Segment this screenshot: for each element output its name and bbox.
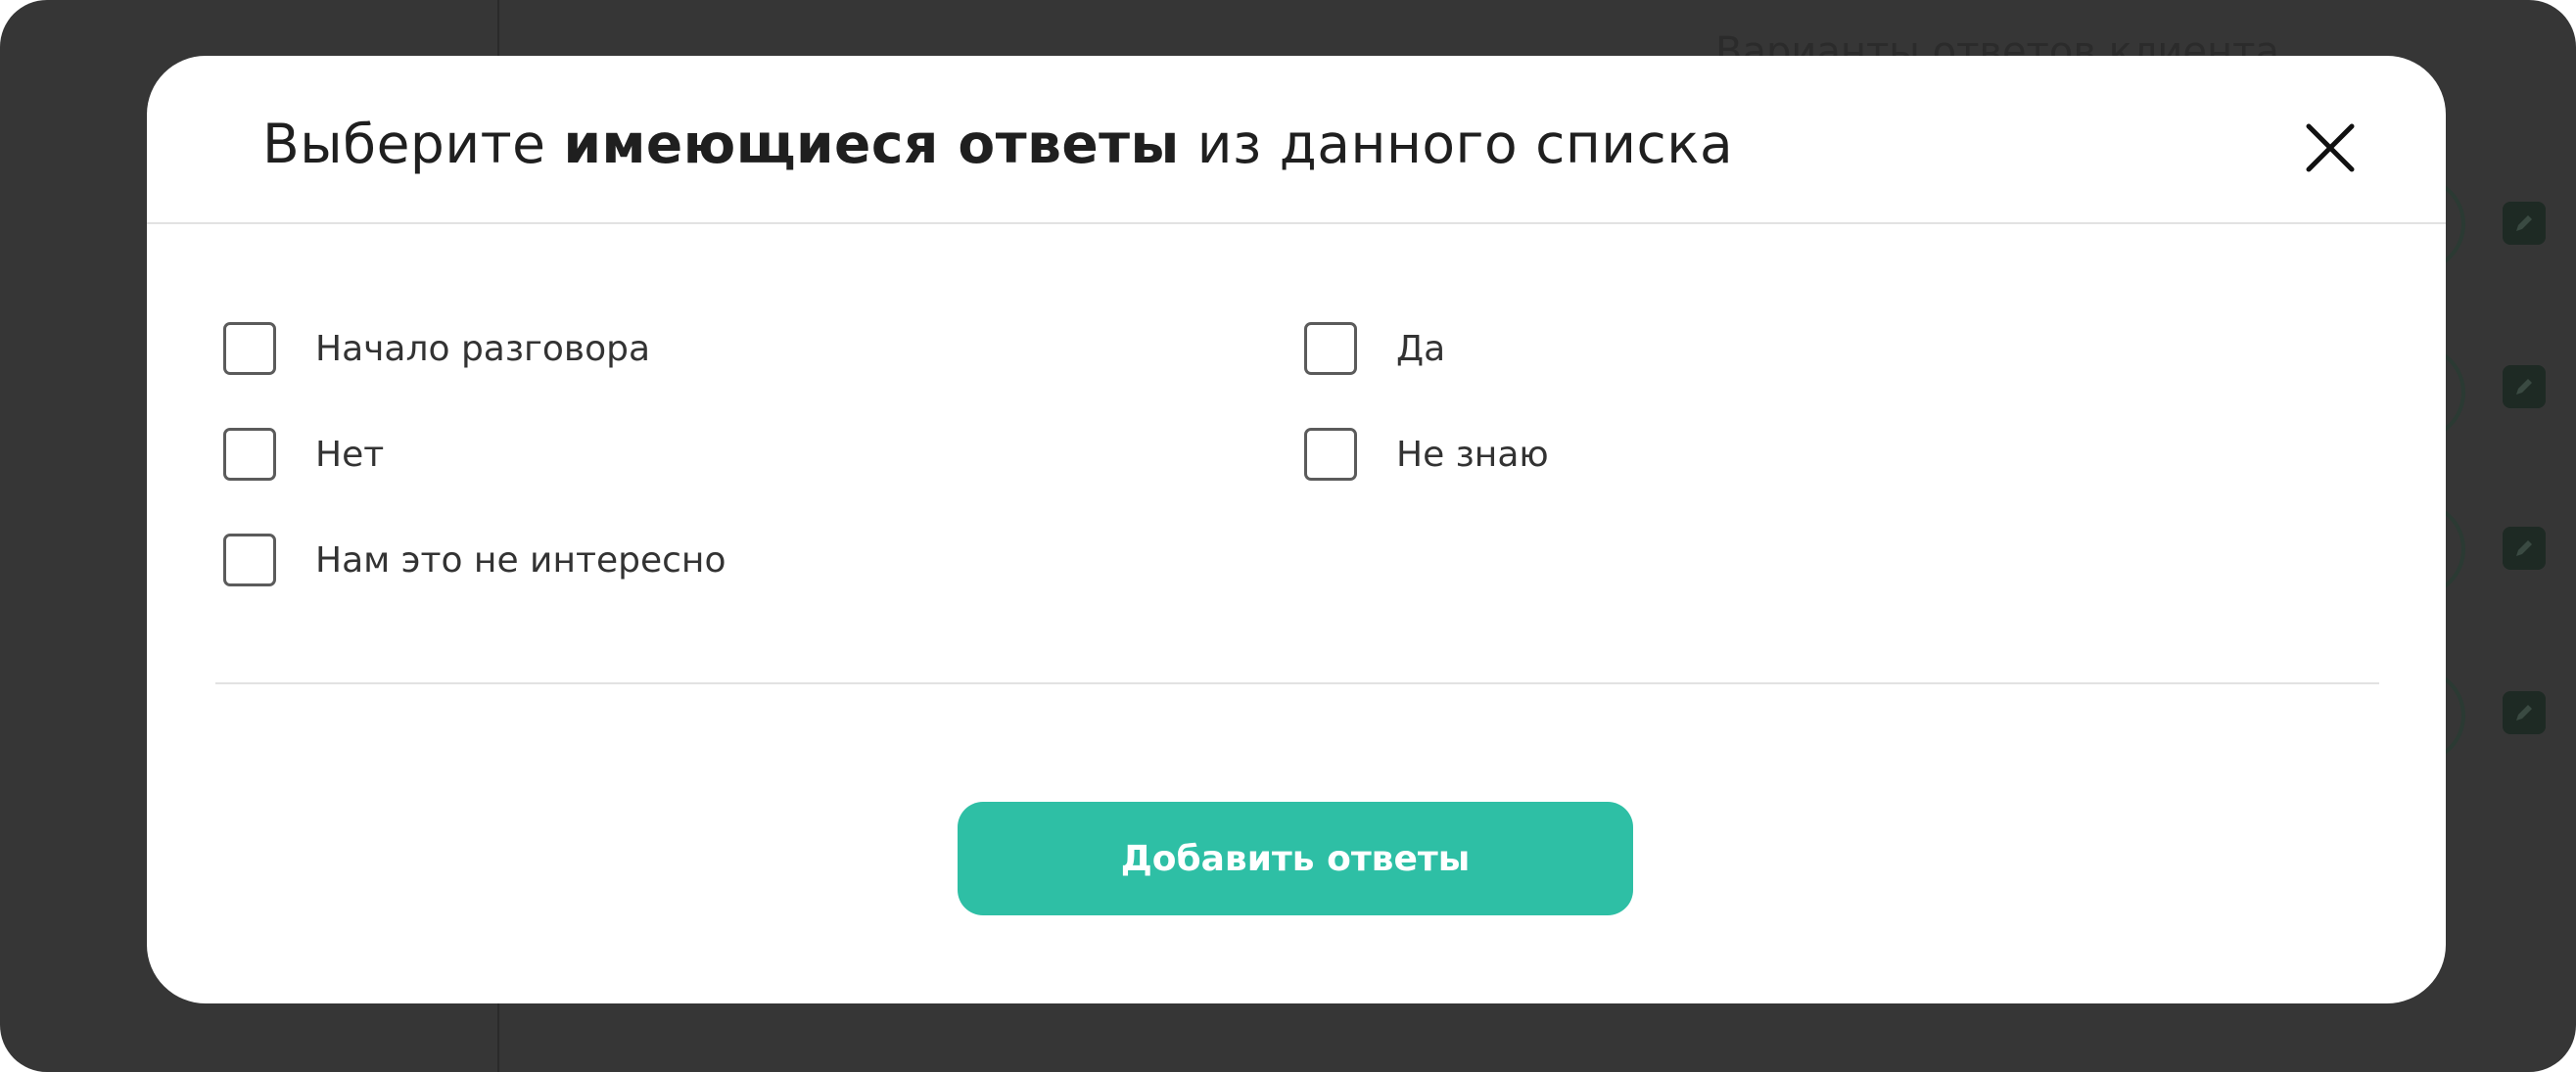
select-answers-modal: Выберите имеющиеся ответы из данного спи… [147, 56, 2446, 1003]
option-no[interactable]: Нет [223, 428, 384, 481]
add-answers-button[interactable]: Добавить ответы [958, 802, 1633, 915]
option-label: Начало разговора [315, 328, 651, 369]
pencil-icon [2503, 202, 2546, 245]
title-prefix: Выберите [262, 113, 564, 175]
option-dont-know[interactable]: Не знаю [1304, 428, 1549, 481]
app-frame: Варианты ответов клиента Выберите имеющи… [0, 0, 2576, 1072]
title-suffix: из данного списка [1179, 113, 1734, 175]
option-yes[interactable]: Да [1304, 322, 1445, 375]
option-label: Нам это не интересно [315, 539, 726, 581]
close-icon[interactable] [2303, 120, 2358, 175]
pencil-icon [2503, 527, 2546, 570]
option-label: Да [1396, 328, 1446, 369]
modal-title: Выберите имеющиеся ответы из данного спи… [262, 113, 1733, 175]
title-bold: имеющиеся ответы [563, 113, 1180, 175]
option-start-conversation[interactable]: Начало разговора [223, 322, 650, 375]
checkbox[interactable] [223, 534, 276, 586]
option-not-interested[interactable]: Нам это не интересно [223, 534, 726, 586]
checkbox[interactable] [1304, 428, 1357, 481]
option-label: Не знаю [1396, 434, 1549, 475]
checkbox[interactable] [223, 428, 276, 481]
options-divider [215, 682, 2379, 684]
checkbox[interactable] [1304, 322, 1357, 375]
modal-header: Выберите имеющиеся ответы из данного спи… [147, 56, 2446, 224]
pencil-icon [2503, 365, 2546, 408]
checkbox[interactable] [223, 322, 276, 375]
pencil-icon [2503, 691, 2546, 734]
option-label: Нет [315, 434, 385, 475]
